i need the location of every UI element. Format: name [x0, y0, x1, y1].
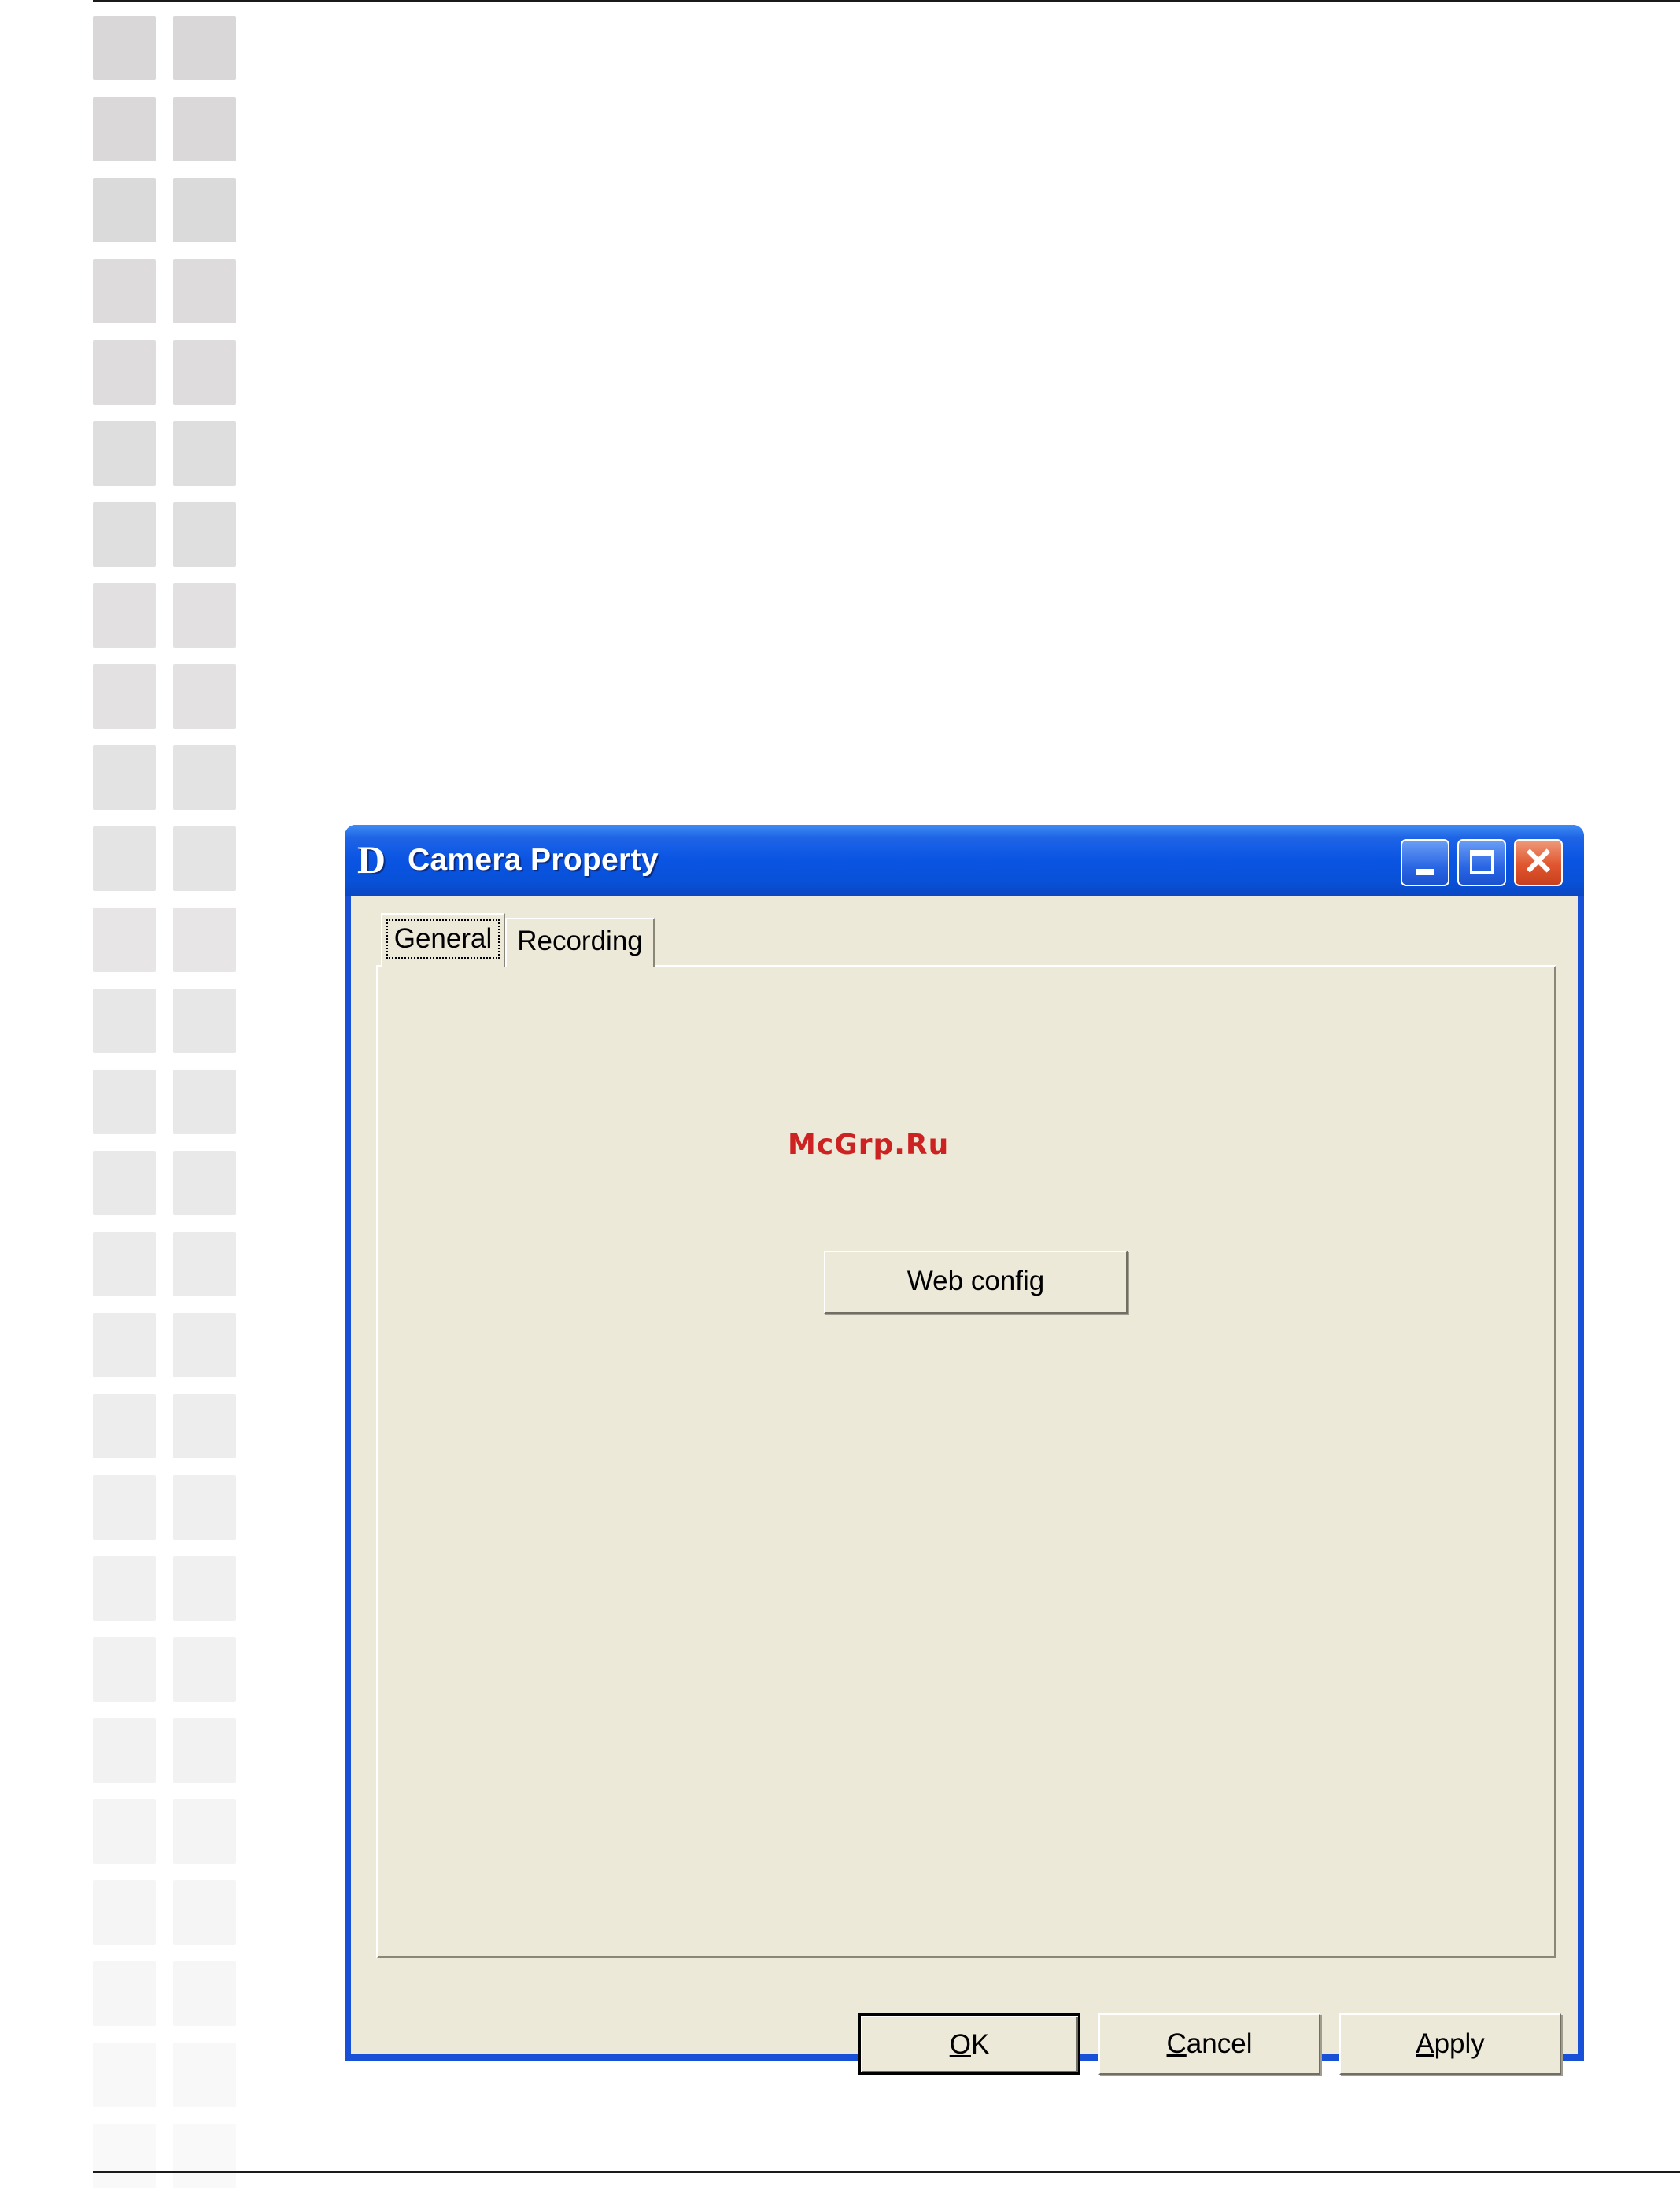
decorative-square — [93, 259, 156, 323]
decorative-square — [93, 826, 156, 891]
decorative-square — [173, 1880, 236, 1945]
decorative-square — [93, 664, 156, 729]
decorative-square — [93, 1961, 156, 2026]
dlink-d-icon: D — [357, 837, 386, 882]
decorative-square — [173, 16, 236, 80]
decorative-square — [93, 2043, 156, 2107]
decorative-square — [173, 2124, 236, 2188]
decorative-square — [173, 1556, 236, 1621]
cancel-label-rest: ancel — [1186, 2028, 1253, 2059]
decorative-square — [93, 2124, 156, 2188]
web-config-button[interactable]: Web config — [824, 1251, 1128, 1314]
window-title: Camera Property — [408, 843, 659, 877]
cancel-button[interactable]: Cancel — [1098, 2013, 1320, 2075]
decorative-square — [93, 1880, 156, 1945]
close-button[interactable]: ✕ — [1514, 839, 1563, 886]
camera-property-dialog: D Camera Property ✕ General Recording Mc… — [345, 825, 1584, 2075]
general-tab-panel: McGrp.Ru Web config — [376, 965, 1556, 1958]
decorative-square — [173, 2043, 236, 2107]
minimize-icon — [1416, 869, 1434, 875]
decorative-square — [173, 745, 236, 810]
decorative-square — [173, 1151, 236, 1215]
decorative-square — [173, 1961, 236, 2026]
apply-label-rest: pply — [1434, 2028, 1485, 2059]
decorative-square — [93, 745, 156, 810]
decorative-square — [93, 1799, 156, 1864]
decorative-square — [173, 664, 236, 729]
close-icon: ✕ — [1522, 841, 1555, 883]
apply-button[interactable]: Apply — [1339, 2013, 1561, 2075]
decorative-square — [93, 421, 156, 486]
tab-recording-label: Recording — [517, 926, 643, 956]
decorative-square — [93, 1637, 156, 1702]
decorative-square — [173, 421, 236, 486]
tab-general-label: General — [386, 919, 500, 959]
decorative-square — [93, 908, 156, 972]
decorative-square — [173, 1313, 236, 1377]
bottom-rule — [93, 2171, 1680, 2173]
decorative-square — [93, 1232, 156, 1296]
decorative-square — [173, 178, 236, 242]
decorative-square — [93, 340, 156, 405]
decorative-square — [93, 583, 156, 648]
decorative-square — [93, 1394, 156, 1458]
decorative-square — [173, 97, 236, 161]
top-rule — [93, 0, 1680, 2]
decorative-square — [93, 502, 156, 567]
decorative-square — [173, 1070, 236, 1134]
decorative-square — [173, 1637, 236, 1702]
ok-label-rest: K — [970, 2029, 990, 2060]
decorative-square — [173, 259, 236, 323]
ok-accelerator: O — [949, 2029, 971, 2060]
decorative-square — [93, 1070, 156, 1134]
apply-accelerator: A — [1416, 2028, 1434, 2059]
cancel-accelerator: C — [1166, 2028, 1187, 2059]
minimize-button[interactable] — [1401, 839, 1449, 886]
decorative-square — [93, 16, 156, 80]
decorative-square — [173, 989, 236, 1053]
ok-button[interactable]: OK — [858, 2013, 1080, 2075]
decorative-square — [93, 1718, 156, 1783]
decorative-square — [173, 1394, 236, 1458]
decorative-square — [173, 908, 236, 972]
decorative-square — [93, 989, 156, 1053]
decorative-square — [173, 502, 236, 567]
decorative-square — [93, 178, 156, 242]
tab-recording[interactable]: Recording — [505, 918, 655, 967]
decorative-square — [93, 1556, 156, 1621]
decorative-square — [93, 1151, 156, 1215]
decorative-square — [93, 1475, 156, 1540]
decorative-square — [173, 1799, 236, 1864]
decorative-square-column — [93, 16, 242, 2188]
decorative-square — [93, 97, 156, 161]
decorative-square — [173, 340, 236, 405]
decorative-square — [173, 1232, 236, 1296]
watermark-text: McGrp.Ru — [788, 1129, 950, 1161]
tab-general[interactable]: General — [381, 913, 505, 967]
decorative-square — [173, 583, 236, 648]
decorative-square — [173, 1475, 236, 1540]
decorative-square — [173, 1718, 236, 1783]
decorative-square — [93, 1313, 156, 1377]
maximize-button[interactable] — [1457, 839, 1506, 886]
dialog-client-area: General Recording McGrp.Ru Web config OK… — [351, 896, 1578, 2075]
title-bar[interactable]: D Camera Property ✕ — [345, 825, 1584, 896]
decorative-square — [173, 826, 236, 891]
maximize-icon — [1470, 850, 1494, 874]
